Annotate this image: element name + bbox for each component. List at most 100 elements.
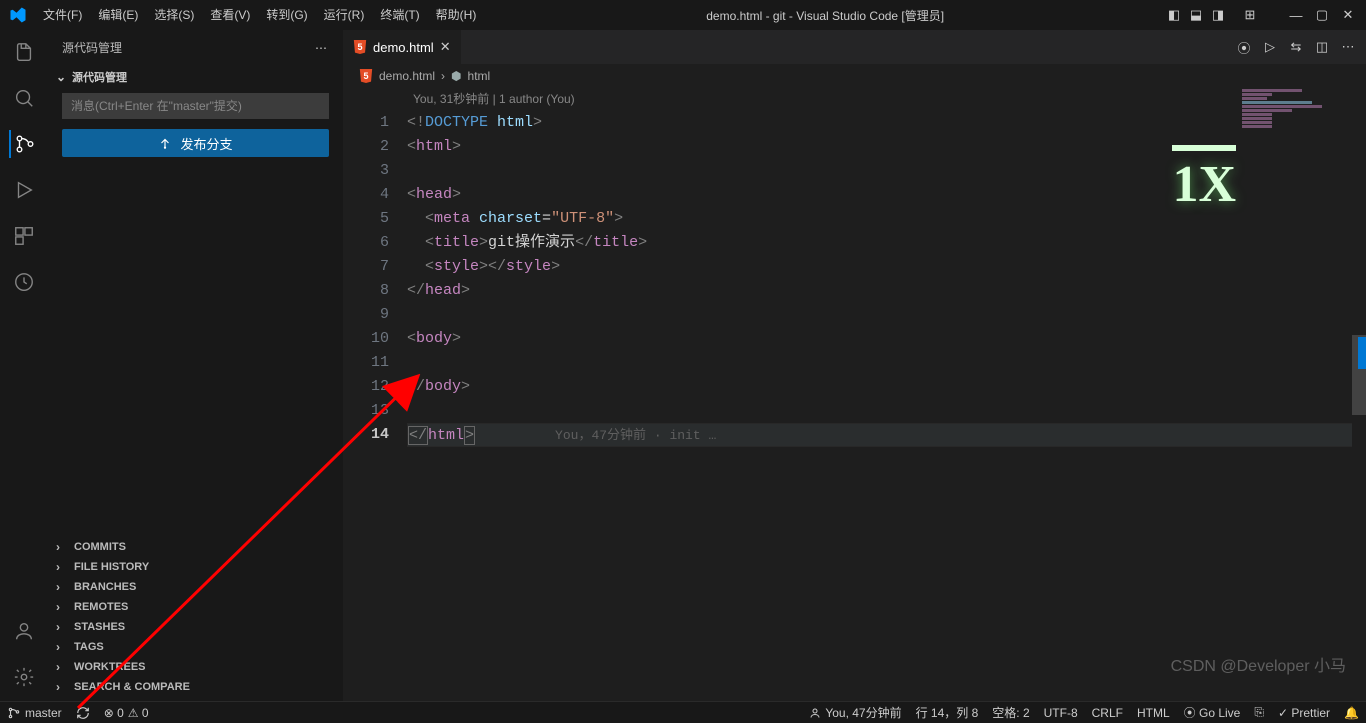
menu-run[interactable]: 运行(R) — [316, 0, 373, 30]
section-branches[interactable]: ›BRANCHES — [48, 577, 343, 597]
status-bell-icon[interactable]: 🔔 — [1337, 706, 1366, 720]
code-line: <body> — [407, 327, 1366, 351]
line-number: 6 — [343, 231, 389, 255]
source-control-icon[interactable] — [9, 130, 37, 158]
scm-section-label: 源代码管理 — [72, 69, 127, 85]
csdn-watermark: CSDN @Developer 小马 — [1171, 652, 1346, 676]
status-cursor-pos[interactable]: 行 14，列 8 — [909, 704, 986, 721]
publish-branch-button[interactable]: 发布分支 — [62, 129, 329, 157]
section-search-compare[interactable]: ›SEARCH & COMPARE — [48, 677, 343, 697]
overview-marker — [1358, 337, 1366, 369]
sidebar-title: 源代码管理 — [62, 39, 122, 56]
chevron-right-icon: › — [56, 660, 68, 674]
line-number: 8 — [343, 279, 389, 303]
more-editor-actions-icon[interactable]: ⋯ — [1340, 39, 1356, 55]
status-port-icon[interactable]: ⎘ — [1247, 705, 1271, 720]
run-debug-icon[interactable] — [10, 176, 38, 204]
section-label: TAGS — [74, 641, 104, 653]
extensions-icon[interactable] — [10, 222, 38, 250]
split-editor-icon[interactable]: ◫ — [1314, 39, 1330, 55]
toggle-secondary-sidebar-icon[interactable]: ◨ — [1210, 7, 1226, 23]
menu-help[interactable]: 帮助(H) — [428, 0, 485, 30]
blame-label: You, 47分钟前 — [825, 704, 901, 721]
menu-go[interactable]: 转到(G) — [258, 0, 315, 30]
status-golive[interactable]: ⦿ Go Live — [1177, 704, 1248, 721]
tab-label: demo.html — [373, 40, 434, 55]
settings-gear-icon[interactable] — [10, 663, 38, 691]
editor-toolbar: ⦿ ▷ ⇆ ◫ ⋯ — [1226, 30, 1366, 64]
code-line: <style></style> — [407, 255, 1366, 279]
run-icon[interactable]: ▷ — [1262, 39, 1278, 55]
status-prettier[interactable]: ✓ Prettier — [1271, 706, 1337, 720]
menu-edit[interactable]: 编辑(E) — [90, 0, 146, 30]
customize-layout-icon[interactable]: ⊞ — [1242, 7, 1258, 23]
toggle-primary-sidebar-icon[interactable]: ◧ — [1166, 7, 1182, 23]
vertical-scrollbar[interactable] — [1352, 87, 1366, 701]
section-remotes[interactable]: ›REMOTES — [48, 597, 343, 617]
status-blame[interactable]: You, 47分钟前 — [802, 704, 908, 721]
breadcrumb-symbol-icon: ⬢ — [451, 69, 461, 83]
section-worktrees[interactable]: ›WORKTREES — [48, 657, 343, 677]
editor-area: 5 demo.html ✕ ⦿ ▷ ⇆ ◫ ⋯ 5 demo.html › ⬢ … — [343, 30, 1366, 701]
tab-close-icon[interactable]: ✕ — [440, 39, 451, 55]
section-stashes[interactable]: › STASHES — [48, 617, 343, 637]
warning-count: ⚠ 0 — [128, 706, 149, 720]
breadcrumb-file: demo.html — [379, 69, 435, 83]
status-language[interactable]: HTML — [1130, 706, 1177, 720]
minimap[interactable] — [1242, 89, 1352, 169]
more-actions-icon[interactable]: ⋯ — [313, 40, 329, 56]
scm-section-header[interactable]: ⌄ 源代码管理 — [48, 65, 343, 89]
line-number: 11 — [343, 351, 389, 375]
maximize-icon[interactable]: ▢ — [1314, 7, 1330, 23]
chevron-right-icon: › — [56, 680, 68, 694]
section-label: STASHES — [74, 621, 125, 633]
line-number: 13 — [343, 399, 389, 423]
section-commits[interactable]: ›COMMITS — [48, 537, 343, 557]
chevron-down-icon: ⌄ — [56, 70, 68, 84]
line-number: 7 — [343, 255, 389, 279]
timeline-icon[interactable] — [10, 268, 38, 296]
gitlens-sections: ›COMMITS ›FILE HISTORY ›BRANCHES ›REMOTE… — [48, 537, 343, 701]
status-eol[interactable]: CRLF — [1085, 706, 1130, 720]
line-number: 2 — [343, 135, 389, 159]
accounts-icon[interactable] — [10, 617, 38, 645]
status-branch[interactable]: master — [0, 706, 69, 720]
toggle-panel-icon[interactable]: ⬓ — [1188, 7, 1204, 23]
section-label: COMMITS — [74, 541, 126, 553]
section-label: BRANCHES — [74, 581, 136, 593]
gitlens-toggle-icon[interactable]: ⦿ — [1236, 39, 1252, 55]
menu-file[interactable]: 文件(F) — [35, 0, 90, 30]
status-sync[interactable] — [69, 706, 97, 720]
line-number: 12 — [343, 375, 389, 399]
status-problems[interactable]: ⊗ 0 ⚠ 0 — [97, 706, 156, 720]
search-icon[interactable] — [10, 84, 38, 112]
menu-view[interactable]: 查看(V) — [202, 0, 258, 30]
tab-demo-html[interactable]: 5 demo.html ✕ — [343, 30, 462, 64]
branch-label: master — [25, 706, 62, 720]
breadcrumb[interactable]: 5 demo.html › ⬢ html — [343, 65, 1366, 87]
line-number: 4 — [343, 183, 389, 207]
line-number: 5 — [343, 207, 389, 231]
minimize-icon[interactable]: — — [1288, 7, 1304, 23]
code-line — [407, 303, 1366, 327]
compare-icon[interactable]: ⇆ — [1288, 39, 1304, 55]
close-window-icon[interactable]: ✕ — [1340, 7, 1356, 23]
codelens[interactable]: You, 31秒钟前 | 1 author (You) — [407, 87, 1366, 111]
chevron-right-icon: › — [56, 620, 68, 634]
error-count: ⊗ 0 — [104, 706, 124, 720]
sidebar: 源代码管理 ⋯ ⌄ 源代码管理 发布分支 ›COMMITS ›FILE HIST… — [48, 30, 343, 701]
code-line — [407, 399, 1366, 423]
commit-message-container — [62, 93, 329, 119]
commit-message-input[interactable] — [62, 93, 329, 119]
menu-terminal[interactable]: 终端(T) — [372, 0, 427, 30]
activity-bar — [0, 30, 48, 701]
breadcrumb-node: html — [468, 69, 491, 83]
menu-selection[interactable]: 选择(S) — [146, 0, 202, 30]
status-indent[interactable]: 空格: 2 — [985, 704, 1036, 721]
section-file-history[interactable]: ›FILE HISTORY — [48, 557, 343, 577]
line-number: 14 — [343, 423, 389, 447]
explorer-icon[interactable] — [10, 38, 38, 66]
status-encoding[interactable]: UTF-8 — [1037, 706, 1085, 720]
section-tags[interactable]: ›TAGS — [48, 637, 343, 657]
code-line — [407, 351, 1366, 375]
